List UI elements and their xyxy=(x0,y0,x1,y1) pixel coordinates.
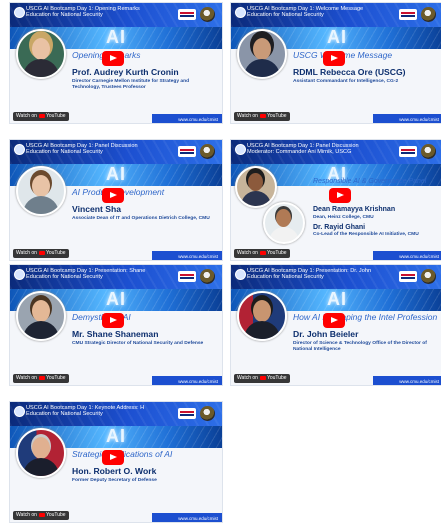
speaker-name: Mr. Shane Shaneman xyxy=(72,329,159,339)
channel-avatar-icon[interactable] xyxy=(235,144,246,155)
channel-avatar-icon[interactable] xyxy=(235,269,246,280)
speaker-role: Assistant Commandant for Intelligence, C… xyxy=(293,79,399,84)
speaker-name: Hon. Robert O. Work xyxy=(72,466,157,476)
speaker-portrait xyxy=(16,291,66,341)
speaker-name: RDML Rebecca Ore (USCG) xyxy=(293,67,406,77)
cmu-logo-icon xyxy=(178,146,196,157)
speaker-portrait xyxy=(235,166,277,208)
video-title[interactable]: USCG AI Bootcamp Day 1: Presentation: Dr… xyxy=(247,268,387,281)
video-title[interactable]: USCG AI Bootcamp Day 1: Opening Remarks E… xyxy=(26,6,166,19)
speaker-role: Director of Science & Technology Office … xyxy=(293,341,427,352)
video-card-product-development[interactable]: USCG AI Bootcamp Day 1: Panel Discussion… xyxy=(10,140,222,260)
cmu-logo-icon xyxy=(399,9,417,20)
speaker-role: Associate Dean of IT and Operations Diet… xyxy=(72,216,210,221)
youtube-logo-icon xyxy=(259,113,266,118)
play-button-icon[interactable] xyxy=(323,51,345,66)
ai-banner-text: AI xyxy=(327,27,347,47)
play-button-icon[interactable] xyxy=(323,313,345,328)
ai-banner-text: AI xyxy=(327,289,347,309)
channel-avatar-icon[interactable] xyxy=(14,406,25,417)
youtube-logo-icon xyxy=(38,250,45,255)
video-title[interactable]: USCG AI Bootcamp Day 1: Keynote Address:… xyxy=(26,405,166,418)
ai-banner-text: AI xyxy=(106,426,126,446)
speaker-name: Vincent Sha xyxy=(72,204,122,214)
speaker-portrait xyxy=(237,29,287,79)
video-card-demystifying-ai[interactable]: USCG AI Bootcamp Day 1: Presentation: Sh… xyxy=(10,265,222,385)
speaker-portrait xyxy=(16,29,66,79)
session-title: How AI is Shaping the Intel Profession xyxy=(293,312,438,322)
play-button-icon[interactable] xyxy=(102,188,124,203)
watch-on-youtube-button[interactable]: Watch on YouTube xyxy=(13,511,69,520)
speaker-name-2: Dr. Rayid Ghani xyxy=(313,224,366,231)
video-title[interactable]: USCG AI Bootcamp Day 1: Presentation: Sh… xyxy=(26,268,166,281)
speaker-name: Prof. Audrey Kurth Cronin xyxy=(72,67,179,77)
video-card-opening-remarks[interactable]: USCG AI Bootcamp Day 1: Opening Remarks E… xyxy=(10,3,222,123)
speaker-portrait xyxy=(16,166,66,216)
speaker-role: Former Deputy Secretary of Defense xyxy=(72,478,157,483)
speaker-portrait xyxy=(16,428,66,478)
video-title[interactable]: USCG AI Bootcamp Day 1: Welcome Message E… xyxy=(247,6,387,19)
seal-icon xyxy=(200,269,215,284)
watch-on-youtube-button[interactable]: Watch on YouTube xyxy=(234,249,290,258)
cmu-logo-icon xyxy=(399,146,417,157)
ai-banner-text: AI xyxy=(106,289,126,309)
watch-on-youtube-button[interactable]: Watch on YouTube xyxy=(13,249,69,258)
youtube-logo-icon xyxy=(38,375,45,380)
video-card-strategic-implications[interactable]: USCG AI Bootcamp Day 1: Keynote Address:… xyxy=(10,402,222,522)
website-url: www.cmu.edu/cmist xyxy=(178,117,218,122)
cmu-logo-icon xyxy=(178,9,196,20)
channel-avatar-icon[interactable] xyxy=(14,7,25,18)
speaker-portrait xyxy=(237,291,287,341)
channel-avatar-icon[interactable] xyxy=(235,7,246,18)
seal-icon xyxy=(421,7,436,22)
website-url: www.cmu.edu/cmist xyxy=(178,379,218,384)
seal-icon xyxy=(200,7,215,22)
speaker-role: Director Carnegie Mellon Institute for S… xyxy=(72,79,190,90)
speaker-name: Dr. John Beieler xyxy=(293,329,359,339)
seal-icon xyxy=(200,144,215,159)
website-url: www.cmu.edu/cmist xyxy=(399,117,439,122)
speaker-role-2: Co-Lead of the Responsible AI Initiative… xyxy=(313,232,419,237)
watch-on-youtube-button[interactable]: Watch on YouTube xyxy=(234,374,290,383)
session-title: Responsible AI & Governance Panel xyxy=(313,178,427,185)
video-title[interactable]: USCG AI Bootcamp Day 1: Panel Discussion… xyxy=(247,143,387,156)
seal-icon xyxy=(200,406,215,421)
watch-on-youtube-button[interactable]: Watch on YouTube xyxy=(234,112,290,121)
website-url: www.cmu.edu/cmist xyxy=(399,254,439,259)
cmu-logo-icon xyxy=(178,408,196,419)
speaker-role: Dean, Heinz College, CMU xyxy=(313,215,374,220)
youtube-logo-icon xyxy=(259,375,266,380)
ai-banner-text: AI xyxy=(106,27,126,47)
video-card-intel-profession[interactable]: USCG AI Bootcamp Day 1: Presentation: Dr… xyxy=(231,265,441,385)
channel-avatar-icon[interactable] xyxy=(14,269,25,280)
video-card-responsible-ai-panel[interactable]: USCG AI Bootcamp Day 1: Panel Discussion… xyxy=(231,140,441,260)
speaker-portrait-2 xyxy=(263,202,305,244)
video-title[interactable]: USCG AI Bootcamp Day 1: Panel Discussion… xyxy=(26,143,166,156)
seal-icon xyxy=(421,144,436,159)
cmu-logo-icon xyxy=(399,271,417,282)
speaker-role: CMU Strategic Director of National Secur… xyxy=(72,341,204,346)
play-button-icon[interactable] xyxy=(102,51,124,66)
website-url: www.cmu.edu/cmist xyxy=(178,254,218,259)
website-url: www.cmu.edu/cmist xyxy=(178,516,218,521)
play-button-icon[interactable] xyxy=(329,188,351,203)
play-button-icon[interactable] xyxy=(102,450,124,465)
play-button-icon[interactable] xyxy=(102,313,124,328)
cmu-logo-icon xyxy=(178,271,196,282)
website-url: www.cmu.edu/cmist xyxy=(399,379,439,384)
channel-avatar-icon[interactable] xyxy=(14,144,25,155)
youtube-logo-icon xyxy=(38,512,45,517)
seal-icon xyxy=(421,269,436,284)
watch-on-youtube-button[interactable]: Watch on YouTube xyxy=(13,374,69,383)
youtube-logo-icon xyxy=(259,250,266,255)
ai-banner-text: AI xyxy=(106,164,126,184)
video-card-welcome-message[interactable]: USCG AI Bootcamp Day 1: Welcome Message E… xyxy=(231,3,441,123)
watch-on-youtube-button[interactable]: Watch on YouTube xyxy=(13,112,69,121)
youtube-logo-icon xyxy=(38,113,45,118)
speaker-name: Dean Ramayya Krishnan xyxy=(313,206,396,213)
